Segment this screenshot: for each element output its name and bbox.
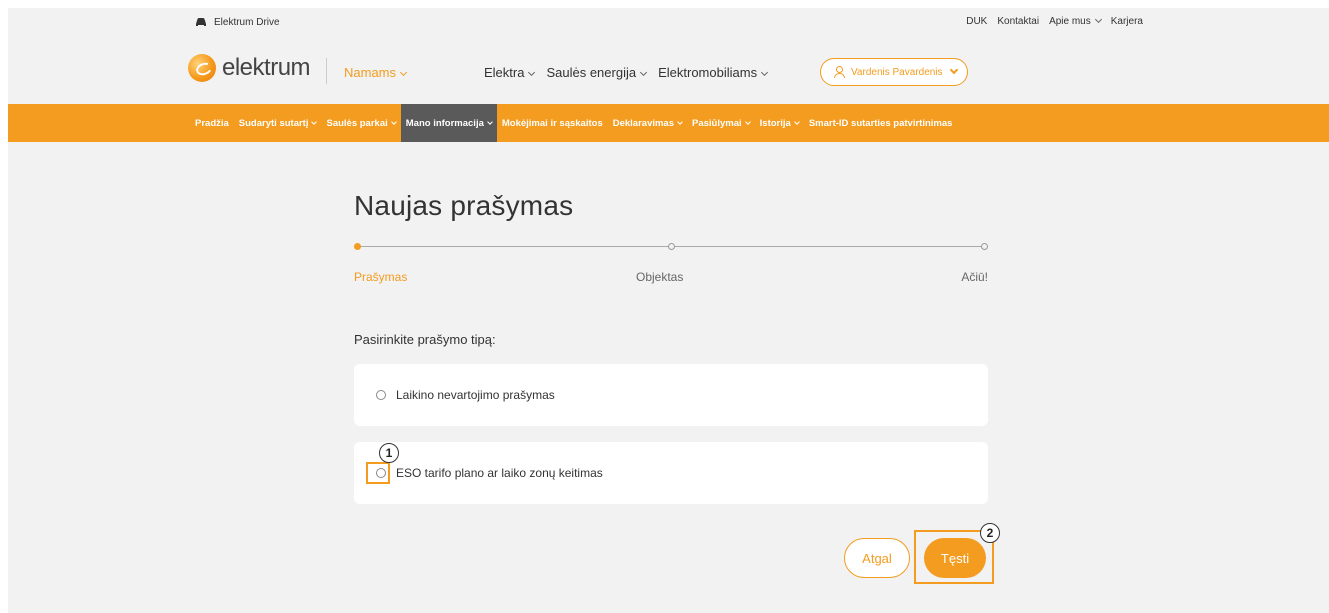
logo-icon (188, 54, 216, 82)
top-link-duk[interactable]: DUK (966, 16, 987, 27)
top-link-apie-mus[interactable]: Apie mus (1049, 15, 1102, 27)
chevron-down-icon (677, 119, 683, 125)
user-menu-button[interactable]: Vardenis Pavardenis (820, 58, 968, 86)
step-label-prasymas: Prašymas (354, 270, 408, 284)
annotation-badge-1: 1 (379, 443, 399, 463)
elektrum-logo[interactable]: elektrum (188, 54, 311, 82)
elektrum-drive-label: Elektrum Drive (214, 16, 280, 28)
chevron-down-icon (528, 68, 536, 77)
subnav-pasiulymai[interactable]: Pasiūlymai (687, 104, 755, 142)
chevron-down-icon (311, 119, 318, 125)
logo-text: elektrum (222, 54, 311, 81)
option-label: Laikino nevartojimo prašymas (396, 388, 555, 402)
subnav-label: Smart-ID sutarties patvirtinimas (808, 117, 953, 129)
subnav-label: Pasiūlymai (692, 117, 742, 129)
subnav-mano-informacija[interactable]: Mano informacija (400, 104, 497, 142)
nav-saules-energija[interactable]: Saulės energija (546, 65, 648, 80)
chevron-down-icon (761, 68, 769, 77)
annotation-box-1 (366, 462, 390, 484)
chevron-down-icon (399, 68, 408, 77)
option-label: ESO tarifo plano ar laiko zonų keitimas (396, 466, 603, 480)
page-title: Naujas prašymas (354, 190, 574, 221)
chevron-down-icon (640, 68, 648, 77)
step-progress (354, 243, 988, 250)
annotation-badge-2: 2 (980, 523, 1000, 543)
subnav-saules-parkai[interactable]: Saulės parkai (321, 104, 400, 142)
nav-elektromobiliams[interactable]: Elektromobiliams (658, 65, 769, 80)
nav-elektra[interactable]: Elektra (484, 65, 536, 80)
chevron-down-icon (390, 119, 397, 125)
subnav-istorija[interactable]: Istorija (755, 104, 804, 142)
step-dot-2 (668, 243, 675, 250)
top-bar: Elektrum Drive DUK Kontaktai Apie mus Ka… (8, 8, 1329, 36)
apie-mus-label: Apie mus (1049, 16, 1091, 27)
user-icon (833, 66, 845, 78)
nav-saules-energija-label: Saulės energija (546, 65, 637, 80)
nav-elektromobiliams-label: Elektromobiliams (658, 65, 758, 80)
nav-elektra-label: Elektra (484, 65, 525, 80)
subnav-label: Saulės parkai (326, 117, 388, 129)
subnav-label: Pradžia (195, 117, 229, 129)
subnav-mokejimai[interactable]: Mokėjimai ir sąskaitos (497, 104, 608, 142)
step-label-aciu: Ačiū! (961, 270, 988, 284)
subnav-label: Mano informacija (405, 117, 484, 129)
account-nav-bar: Pradžia Sudaryti sutartį Saulės parkai M… (8, 104, 1329, 142)
option-eso-tarifo[interactable]: ESO tarifo plano ar laiko zonų keitimas (354, 442, 988, 504)
account-nav: Pradžia Sudaryti sutartį Saulės parkai M… (190, 104, 957, 142)
radio-button[interactable] (376, 390, 386, 400)
step-label-objektas: Objektas (636, 270, 684, 284)
header: elektrum Namams Elektra Saulės energija … (8, 36, 1329, 104)
main-nav: Elektra Saulės energija Elektromobiliams (484, 65, 769, 80)
subnav-deklaravimas[interactable]: Deklaravimas (608, 104, 687, 142)
chevron-down-icon (1094, 15, 1102, 24)
top-link-karjera[interactable]: Karjera (1111, 16, 1143, 27)
question-label: Pasirinkite prašymo tipą: (354, 332, 496, 347)
top-link-kontaktai[interactable]: Kontaktai (997, 16, 1039, 27)
subnav-label: Deklaravimas (612, 117, 675, 129)
subnav-sudaryti-sutarti[interactable]: Sudaryti sutartį (234, 104, 322, 142)
top-links: DUK Kontaktai Apie mus Karjera (966, 15, 1143, 27)
user-name: Vardenis Pavardenis (851, 66, 943, 78)
segment-label: Namams (344, 65, 397, 80)
chevron-down-icon (949, 65, 958, 75)
option-laikino-nevartojimo[interactable]: Laikino nevartojimo prašymas (354, 364, 988, 426)
step-dot-1 (354, 243, 361, 250)
chevron-down-icon (744, 119, 751, 125)
subnav-pradzia[interactable]: Pradžia (190, 104, 234, 142)
header-divider (326, 58, 327, 84)
elektrum-drive-link[interactable]: Elektrum Drive (194, 16, 280, 28)
subnav-label: Istorija (759, 117, 791, 129)
chevron-down-icon (793, 119, 800, 125)
page: Elektrum Drive DUK Kontaktai Apie mus Ka… (8, 8, 1329, 613)
subnav-label: Mokėjimai ir sąskaitos (501, 117, 603, 129)
subnav-label: Sudaryti sutartį (238, 117, 309, 129)
segment-dropdown[interactable]: Namams (344, 65, 408, 80)
chevron-down-icon (487, 119, 493, 125)
car-icon (196, 18, 206, 26)
step-dot-3 (981, 243, 988, 250)
subnav-smart-id[interactable]: Smart-ID sutarties patvirtinimas (804, 104, 958, 142)
back-button[interactable]: Atgal (844, 538, 910, 578)
